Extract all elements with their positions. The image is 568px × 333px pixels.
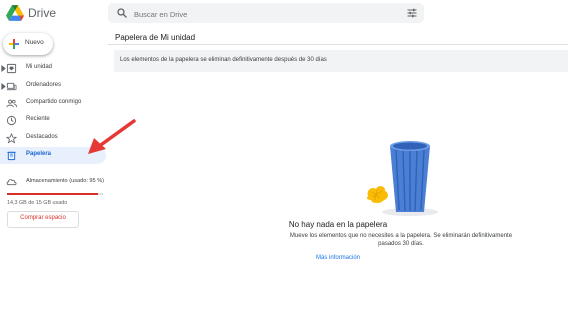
computer-icon <box>6 82 17 91</box>
banner-text: Los elementos de la papelera se eliminan… <box>120 57 327 63</box>
search-bar[interactable] <box>108 3 424 23</box>
sidebar-item-label: Papelera <box>26 151 52 157</box>
sidebar-item-my-drive[interactable]: Mi unidad <box>0 60 106 77</box>
learn-more-link[interactable]: Más información <box>108 255 568 261</box>
sidebar-item-shared-with-me[interactable]: Compartido conmigo <box>0 95 106 112</box>
my-drive-icon <box>6 63 17 74</box>
new-button[interactable]: Nuevo <box>3 33 53 55</box>
page-title: Papelera de Mi unidad <box>115 33 196 42</box>
buy-storage-button[interactable]: Comprar espacio <box>7 211 79 228</box>
shared-icon <box>6 99 17 108</box>
star-icon <box>6 133 17 144</box>
tune-icon[interactable] <box>406 7 418 19</box>
sidebar-item-label: Ordenadores <box>26 82 62 88</box>
sidebar-item-label: Compartido conmigo <box>26 99 82 105</box>
buy-storage-label: Comprar espacio <box>20 215 66 221</box>
sidebar-item-label: Destacados <box>26 134 58 140</box>
top-bar: Drive <box>0 0 568 28</box>
search-icon[interactable] <box>116 7 128 19</box>
storage-bar <box>7 193 103 195</box>
app-name[interactable]: Drive <box>28 6 56 20</box>
storage-label[interactable]: Almacenamiento (usado: 95 %) <box>26 178 104 184</box>
trash-icon <box>7 151 16 161</box>
info-banner: Los elementos de la papelera se eliminan… <box>114 50 568 72</box>
sidebar-item-label: Reciente <box>26 116 50 122</box>
divider <box>108 44 568 45</box>
clock-icon <box>6 115 17 126</box>
sidebar-item-computers[interactable]: Ordenadores <box>0 78 106 95</box>
main-content: Papelera de Mi unidad Los elementos de l… <box>108 28 568 333</box>
plus-icon <box>9 39 19 49</box>
cloud-icon <box>6 179 17 186</box>
empty-state-title: No hay nada en la papelera <box>288 220 388 229</box>
drive-logo-icon[interactable] <box>6 5 24 21</box>
search-input[interactable] <box>132 5 386 23</box>
empty-trash-illustration-icon <box>367 141 438 216</box>
new-button-label: Nuevo <box>25 39 44 46</box>
storage-used-text: 14,3 GB de 15 GB usado <box>7 200 68 206</box>
sidebar-item-label: Mi unidad <box>26 64 53 70</box>
empty-state-description: Mueve los elementos que no necesites a l… <box>289 233 513 247</box>
storage-bar-fill <box>7 193 99 195</box>
